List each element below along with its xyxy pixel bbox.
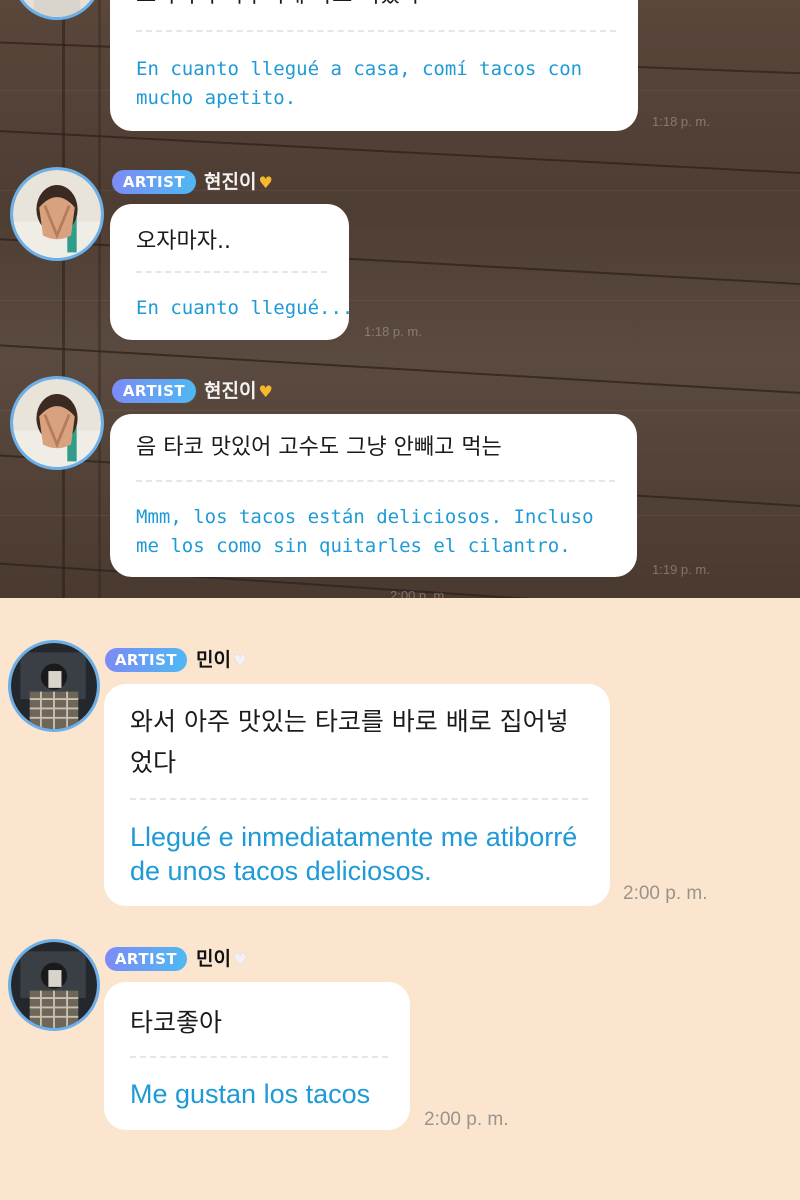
avatar[interactable]	[10, 376, 104, 470]
message-bubble[interactable]: 와서 아주 맛있는 타코를 바로 배로 집어넣었다 Llegué e inmed…	[104, 684, 610, 906]
message-original-text: 와서 아주 맛있는 타코를 바로 배로 집어넣었다	[130, 707, 569, 777]
message-translation-text: Me gustan los tacos	[130, 1079, 371, 1109]
sender-name: 현진이 ♥	[204, 170, 273, 195]
avatar[interactable]	[10, 167, 104, 261]
avatar[interactable]	[12, 0, 102, 20]
translation-divider	[136, 271, 327, 273]
chat-background-wood: 오자마자 야무지게 타코 먹었다 En cuanto llegué a casa…	[0, 0, 800, 598]
sender-name: 민이 ♥	[196, 947, 247, 972]
message-bubble[interactable]: 음 타코 맛있어 고수도 그냥 안빼고 먹는 Mmm, los tacos es…	[110, 414, 637, 577]
artist-badge: ARTIST	[105, 648, 187, 672]
sender-name-text: 현진이	[204, 171, 257, 193]
chat-background: ARTIST 민이 ♥ 와서 아주 맛있는 타코를 바로 배로 집어넣었다 Lle…	[0, 598, 800, 1200]
divider-timestamp: 2:00 p. m.	[390, 588, 448, 598]
sender-name: 현진이 ♥	[204, 379, 273, 404]
message-bubble[interactable]: 타코좋아 Me gustan los tacos	[104, 982, 410, 1130]
message-original-text: 오자마자 야무지게 타코 먹었다	[136, 0, 616, 12]
message-timestamp: 1:19 p. m.	[652, 562, 710, 577]
message-translation-text: Llegué e inmediatamente me atiborré de u…	[130, 822, 578, 886]
translation-divider	[136, 30, 616, 32]
heart-hands-icon: ♥	[258, 381, 273, 401]
artist-badge: ARTIST	[112, 170, 196, 194]
white-heart-icon: ♥	[232, 650, 248, 670]
message-timestamp: 1:18 p. m.	[364, 324, 422, 339]
message-original-text: 음 타코 맛있어 고수도 그냥 안빼고 먹는	[136, 435, 502, 460]
artist-badge: ARTIST	[112, 379, 196, 403]
message-translation-text: En cuanto llegué...	[136, 297, 349, 319]
sender-name: 민이 ♥	[196, 648, 247, 673]
message-original-text: 타코좋아	[130, 1008, 223, 1037]
message-timestamp: 2:00 p. m.	[623, 883, 708, 904]
translation-divider	[130, 798, 588, 800]
avatar[interactable]	[8, 640, 100, 732]
message-original-text: 오자마자..	[136, 229, 231, 254]
message-translation-text: En cuanto llegué a casa, comí tacos con …	[136, 58, 583, 109]
avatar[interactable]	[8, 939, 100, 1031]
message-translation-text: Mmm, los tacos están deliciosos. Incluso…	[136, 506, 594, 557]
translation-divider	[130, 1056, 388, 1058]
message-timestamp: 2:00 p. m.	[424, 1109, 509, 1130]
message-bubble[interactable]: 오자마자 야무지게 타코 먹었다 En cuanto llegué a casa…	[110, 0, 638, 131]
message-timestamp: 1:18 p. m.	[652, 114, 710, 129]
white-heart-icon: ♥	[232, 949, 248, 969]
sender-name-text: 민이	[196, 649, 231, 671]
artist-badge: ARTIST	[105, 947, 187, 971]
sender-name-text: 현진이	[204, 380, 257, 402]
translation-divider	[136, 480, 615, 482]
sender-name-text: 민이	[196, 948, 231, 970]
heart-hands-icon: ♥	[258, 172, 273, 192]
message-bubble[interactable]: 오자마자.. En cuanto llegué...	[110, 204, 349, 340]
